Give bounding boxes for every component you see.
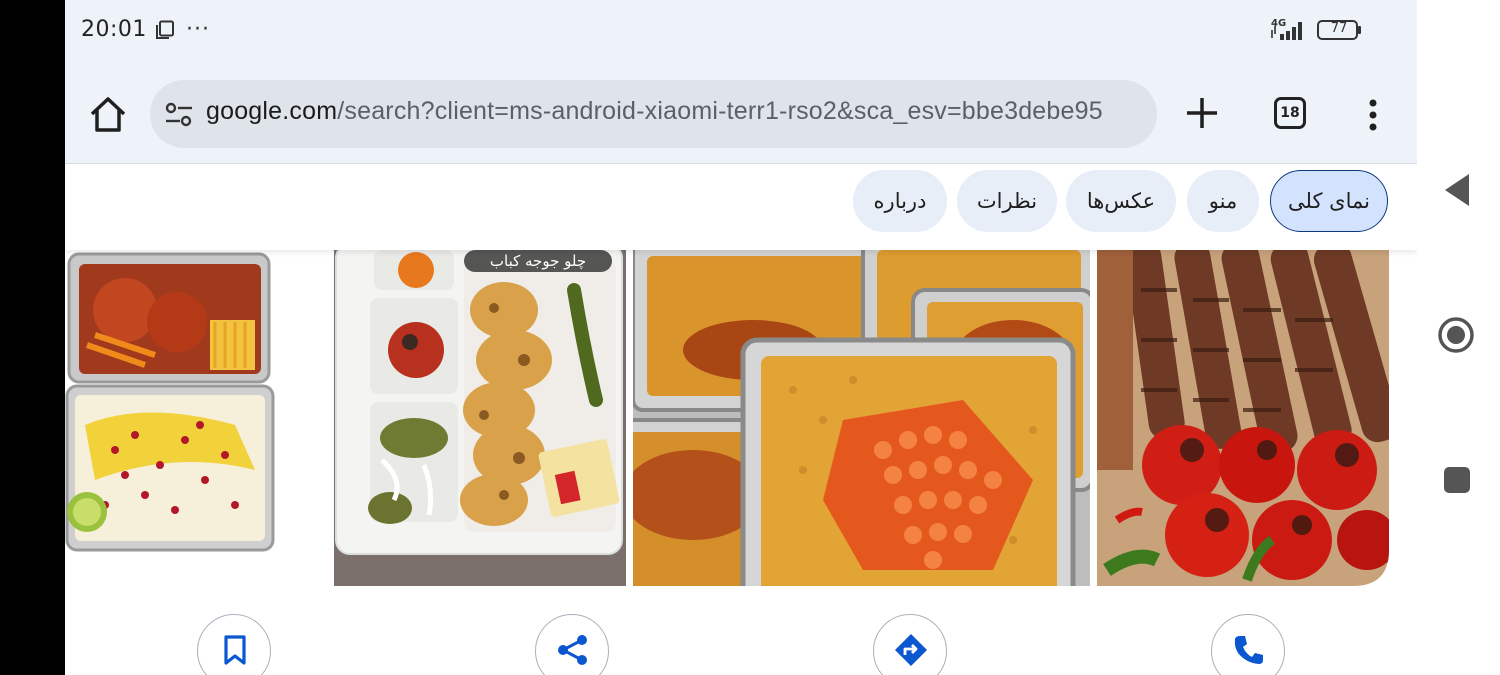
battery-level: 77 [1330, 21, 1348, 36]
system-navigation-bar [1417, 0, 1500, 675]
share-button[interactable] [535, 614, 609, 675]
tab-label: نظرات [976, 189, 1038, 213]
food-photo-koobideh-kebab[interactable] [1097, 250, 1389, 586]
tab-switcher-button[interactable]: 18 [1274, 97, 1306, 129]
network-type-label: 4G [1271, 18, 1286, 29]
nav-home-icon[interactable] [1437, 316, 1475, 354]
url-host: google.com [206, 97, 338, 125]
screenshot-notification-icon [156, 20, 174, 39]
phone-icon [1234, 636, 1263, 664]
more-notifications-icon: ··· [186, 17, 210, 42]
share-icon [558, 635, 587, 665]
photo-caption: چلو جوجه کباب [490, 252, 586, 270]
tab-photos[interactable]: عکس‌ها [1066, 170, 1176, 232]
url-path: /search?client=ms-android-xiaomi-terr1-r… [337, 97, 1103, 125]
food-photo-tahchin-rice[interactable] [633, 250, 1090, 586]
nav-recents-icon[interactable] [1443, 466, 1471, 494]
overflow-menu-icon[interactable] [1363, 98, 1383, 132]
cellular-signal-icon: 4G [1271, 18, 1302, 40]
call-button[interactable] [1211, 614, 1285, 675]
photo-strip: چلو جوجه کباب [65, 250, 1417, 586]
new-tab-plus-icon[interactable] [1183, 94, 1221, 132]
food-photo-chicken-kebab[interactable]: چلو جوجه کباب [334, 250, 626, 586]
status-bar: 20:01 ··· 4G 77 [65, 0, 1417, 62]
home-icon[interactable] [87, 94, 129, 134]
browser-toolbar: google.com/search?client=ms-android-xiao… [65, 62, 1417, 164]
tab-label: نمای کلی [1288, 189, 1370, 213]
tab-menu[interactable]: منو [1187, 170, 1259, 232]
address-bar[interactable]: google.com/search?client=ms-android-xiao… [150, 80, 1157, 148]
tab-reviews[interactable]: نظرات [957, 170, 1057, 232]
place-tabs-bar: نمای کلی منو عکس‌ها نظرات درباره [65, 165, 1417, 250]
tab-about[interactable]: درباره [853, 170, 947, 232]
status-clock: 20:01 [81, 17, 147, 42]
tab-label: عکس‌ها [1086, 189, 1156, 213]
tab-label: منو [1208, 189, 1238, 213]
directions-button[interactable] [873, 614, 947, 675]
food-photo-stew-and-rice[interactable] [65, 250, 327, 586]
tab-label: درباره [873, 189, 927, 213]
directions-icon [895, 634, 927, 666]
tab-overview[interactable]: نمای کلی [1270, 170, 1388, 232]
bookmark-icon [224, 635, 246, 665]
url-text[interactable]: google.com/search?client=ms-android-xiao… [206, 97, 1103, 126]
nav-back-icon[interactable] [1443, 172, 1471, 208]
browser-screen: 20:01 ··· 4G 77 google.com/search?client… [65, 0, 1417, 675]
page-info-icon[interactable] [164, 102, 194, 128]
save-button[interactable] [197, 614, 271, 675]
